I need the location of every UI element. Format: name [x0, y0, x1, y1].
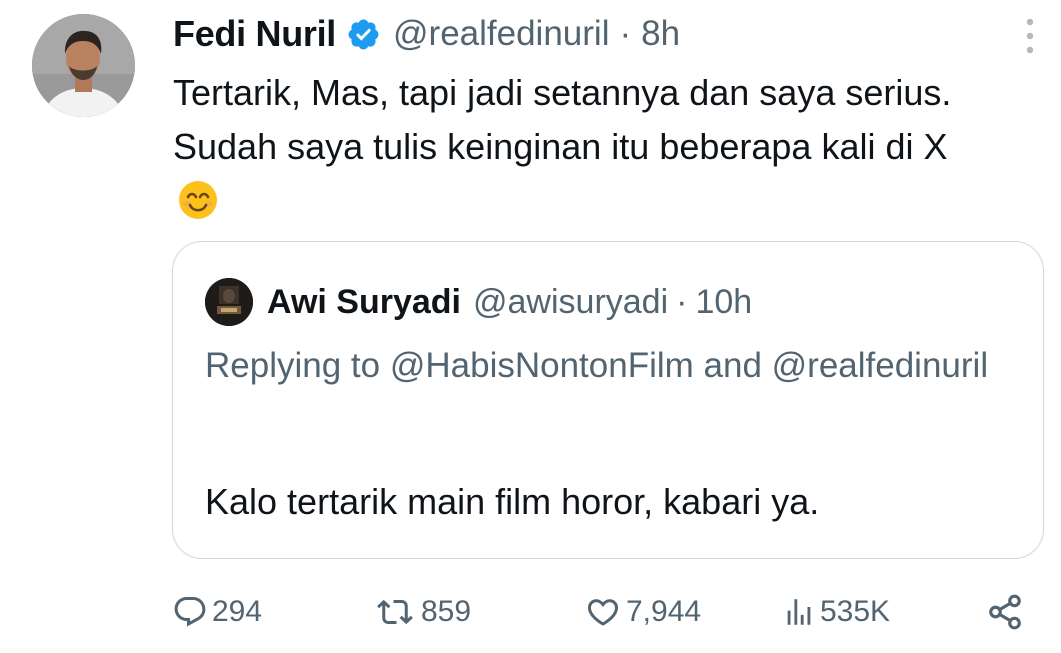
more-vertical-icon[interactable]	[1025, 16, 1035, 56]
quoted-tweet[interactable]: Awi Suryadi @awisuryadi · 10h Replying t…	[172, 241, 1044, 559]
tweet-timestamp[interactable]: 8h	[641, 14, 680, 54]
repost-count: 859	[421, 595, 472, 628]
tweet-text: Tertarik, Mas, tapi jadi setannya dan sa…	[173, 66, 993, 228]
heart-icon	[587, 599, 619, 626]
reply-icon	[174, 597, 206, 627]
quoted-author-avatar[interactable]	[205, 278, 253, 326]
smiling-face-emoji-icon	[177, 179, 219, 221]
quoted-tweet-timestamp[interactable]: 10h	[695, 283, 752, 322]
author-avatar[interactable]	[32, 14, 135, 117]
tweet-text-content: Tertarik, Mas, tapi jadi setannya dan sa…	[173, 72, 952, 167]
tweet-actions: 294 859 7,944 535K	[0, 588, 1061, 636]
repost-icon	[377, 599, 413, 625]
quoted-tweet-header: Awi Suryadi @awisuryadi · 10h	[205, 278, 752, 326]
reply-button[interactable]: 294	[172, 588, 262, 636]
quoted-author-name[interactable]: Awi Suryadi	[267, 283, 461, 322]
share-button[interactable]	[986, 588, 1024, 636]
quoted-tweet-text: Kalo tertarik main film horor, kabari ya…	[205, 481, 820, 522]
separator-dot: ·	[676, 282, 688, 321]
tweet: Fedi Nuril @realfedinuril · 8h Tertarik,…	[0, 0, 1061, 653]
reply-count: 294	[212, 595, 263, 628]
quoted-author-handle[interactable]: @awisuryadi	[473, 283, 668, 322]
repost-button[interactable]: 859	[373, 588, 471, 636]
views-icon	[787, 599, 811, 625]
like-count: 7,944	[626, 595, 702, 628]
share-icon	[989, 594, 1021, 630]
replying-to-text: Replying to @HabisNontonFilm and @realfe…	[205, 346, 989, 385]
views-count: 535K	[820, 595, 891, 628]
author-name[interactable]: Fedi Nuril	[173, 13, 336, 55]
views-button[interactable]: 535K	[782, 588, 890, 636]
like-button[interactable]: 7,944	[584, 588, 701, 636]
verified-badge-icon	[346, 17, 381, 52]
author-handle[interactable]: @realfedinuril	[393, 14, 609, 54]
tweet-header: Fedi Nuril @realfedinuril · 8h	[173, 12, 680, 56]
separator-dot: ·	[619, 14, 632, 53]
